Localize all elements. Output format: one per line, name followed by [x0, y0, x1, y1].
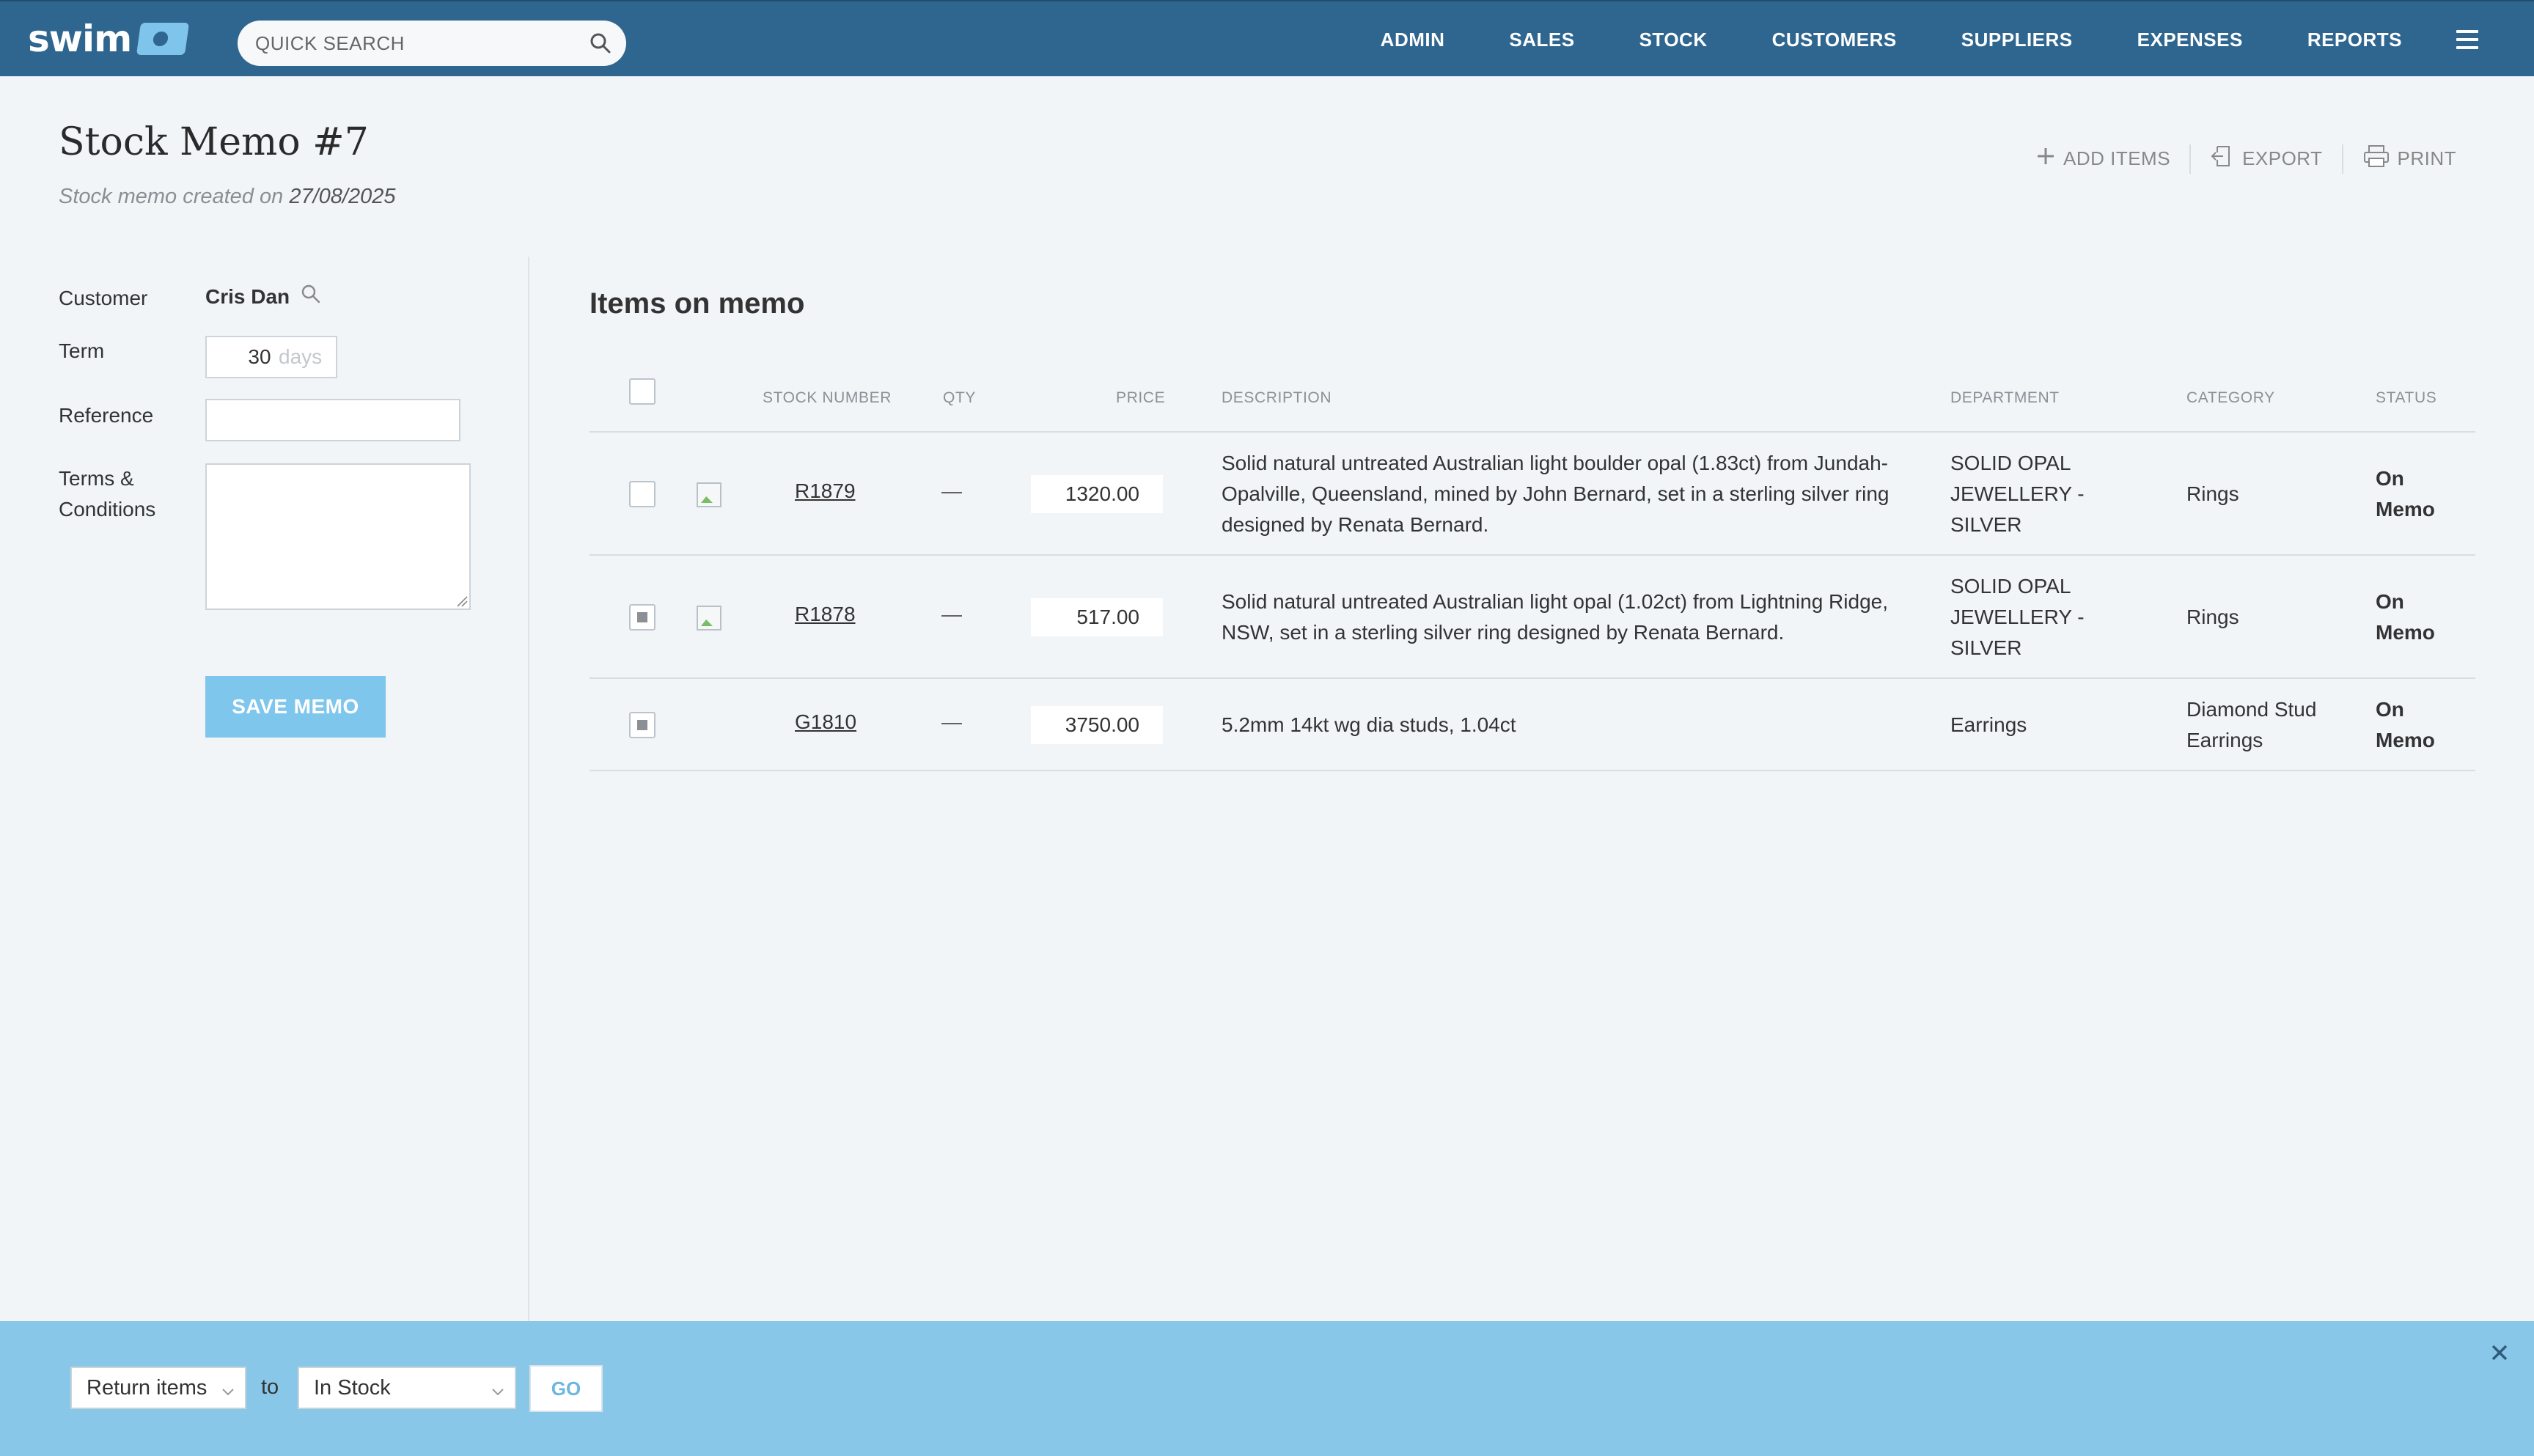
action-select-value: Return items — [87, 1375, 208, 1400]
save-memo-button[interactable]: SAVE MEMO — [205, 676, 386, 738]
nav-sales[interactable]: SALES — [1477, 29, 1606, 51]
printer-icon — [2362, 144, 2390, 174]
quick-search-input[interactable] — [255, 32, 578, 55]
table-row[interactable]: R1879 — 1320.00 Solid natural untreated … — [590, 433, 2475, 556]
memo-details-form: Customer Cris Dan Term days Reference Te… — [0, 257, 529, 1321]
target-select-value: In Stock — [314, 1375, 391, 1400]
table-row[interactable]: R1878 — 517.00 Solid natural untreated A… — [590, 556, 2475, 679]
department-text: SOLID OPAL JEWELLERY - SILVER — [1950, 575, 2085, 659]
row-checkbox[interactable] — [629, 604, 655, 630]
search-customer-icon[interactable] — [300, 283, 322, 310]
item-image-icon[interactable] — [697, 482, 721, 507]
items-table: STOCK NUMBER QTY PRICE DESCRIPTION DEPAR… — [590, 365, 2475, 771]
description-text: Solid natural untreated Australian light… — [1222, 590, 1888, 644]
table-header: STOCK NUMBER QTY PRICE DESCRIPTION DEPAR… — [590, 365, 2475, 433]
page-subtitle: Stock memo created on 27/08/2025 — [59, 185, 395, 209]
add-items-button[interactable]: ADD ITEMS — [2016, 146, 2189, 172]
nav-suppliers[interactable]: SUPPLIERS — [1929, 29, 2105, 51]
top-navbar: swim ADMIN SALES STOCK CUSTOMERS SUPPLIE… — [0, 0, 2534, 76]
qty-value: — — [941, 603, 962, 625]
nav-admin[interactable]: ADMIN — [1348, 29, 1477, 51]
column-category[interactable]: CATEGORY — [2186, 383, 2275, 413]
price-value[interactable]: 517.00 — [1031, 598, 1163, 636]
hamburger-menu-icon[interactable] — [2456, 25, 2486, 54]
department-text: Earrings — [1950, 713, 2027, 736]
column-price[interactable]: PRICE — [1116, 383, 1165, 413]
price-value[interactable]: 1320.00 — [1031, 475, 1163, 513]
nav-reports[interactable]: REPORTS — [2275, 29, 2434, 51]
export-icon — [2210, 144, 2235, 174]
plus-icon — [2035, 146, 2056, 172]
reference-label: Reference — [59, 404, 154, 427]
target-status-select[interactable]: In Stock — [298, 1367, 516, 1409]
row-checkbox[interactable] — [629, 712, 655, 738]
close-icon[interactable] — [2487, 1340, 2512, 1365]
items-section-title: Items on memo — [590, 287, 805, 320]
chevron-down-icon — [220, 1381, 236, 1397]
logo-text: swim — [28, 18, 132, 60]
department-text: SOLID OPAL JEWELLERY - SILVER — [1950, 452, 2085, 536]
go-button[interactable]: GO — [529, 1365, 603, 1412]
description-text: 5.2mm 14kt wg dia studs, 1.04ct — [1222, 713, 1516, 736]
main-menu: ADMIN SALES STOCK CUSTOMERS SUPPLIERS EX… — [1348, 1, 2534, 78]
status-text: On Memo — [2376, 590, 2435, 644]
terms-conditions-textarea[interactable] — [205, 463, 471, 610]
app-logo[interactable]: swim — [28, 18, 190, 60]
quick-search — [238, 21, 626, 66]
qty-value: — — [941, 710, 962, 733]
nav-expenses[interactable]: EXPENSES — [2105, 29, 2275, 51]
price-value[interactable]: 3750.00 — [1031, 706, 1163, 744]
table-row[interactable]: G1810 — 3750.00 5.2mm 14kt wg dia studs,… — [590, 679, 2475, 771]
export-button[interactable]: EXPORT — [2191, 144, 2341, 174]
chevron-down-icon — [490, 1381, 506, 1397]
status-text: On Memo — [2376, 698, 2435, 751]
logo-flag-icon — [136, 23, 190, 55]
to-label: to — [261, 1375, 279, 1399]
row-checkbox[interactable] — [629, 481, 655, 507]
customer-name: Cris Dan — [205, 284, 290, 308]
category-text: Rings — [2186, 482, 2239, 505]
resize-handle-icon[interactable] — [455, 594, 468, 607]
created-date: 27/08/2025 — [289, 185, 396, 208]
bulk-action-bar: Return items to In Stock GO — [0, 1321, 2534, 1456]
term-input[interactable] — [243, 345, 276, 369]
column-stock-number[interactable]: STOCK NUMBER — [763, 383, 892, 413]
category-text: Rings — [2186, 606, 2239, 628]
column-department[interactable]: DEPARTMENT — [1950, 383, 2060, 413]
nav-customers[interactable]: CUSTOMERS — [1740, 29, 1929, 51]
category-text: Diamond Stud Earrings — [2186, 698, 2317, 751]
print-label: PRINT — [2397, 147, 2456, 169]
column-status[interactable]: STATUS — [2376, 383, 2436, 413]
print-button[interactable]: PRINT — [2343, 144, 2476, 174]
terms-conditions-label: Terms & Conditions — [59, 467, 156, 521]
stock-number-link[interactable]: G1810 — [795, 710, 856, 734]
term-label: Term — [59, 339, 105, 362]
page-title: Stock Memo #7 — [59, 120, 369, 164]
search-icon[interactable] — [588, 31, 613, 56]
term-suffix: days — [279, 345, 323, 368]
header-actions: ADD ITEMS EXPORT PRINT — [2016, 144, 2475, 174]
qty-value: — — [941, 479, 962, 502]
subtitle-prefix: Stock memo created on — [59, 185, 284, 208]
description-text: Solid natural untreated Australian light… — [1222, 452, 1890, 536]
select-all-checkbox[interactable] — [629, 378, 655, 405]
term-field: days — [205, 336, 337, 378]
nav-stock[interactable]: STOCK — [1607, 29, 1740, 51]
customer-field: Cris Dan — [205, 283, 322, 310]
column-qty[interactable]: QTY — [943, 383, 976, 413]
stock-number-link[interactable]: R1879 — [795, 479, 856, 503]
customer-label: Customer — [59, 287, 148, 309]
stock-number-link[interactable]: R1878 — [795, 603, 856, 626]
column-description[interactable]: DESCRIPTION — [1222, 383, 1332, 413]
add-items-label: ADD ITEMS — [2063, 147, 2171, 169]
status-text: On Memo — [2376, 467, 2435, 521]
item-image-icon[interactable] — [697, 606, 721, 630]
reference-input[interactable] — [205, 399, 460, 441]
action-select[interactable]: Return items — [70, 1367, 246, 1409]
export-label: EXPORT — [2242, 147, 2323, 169]
